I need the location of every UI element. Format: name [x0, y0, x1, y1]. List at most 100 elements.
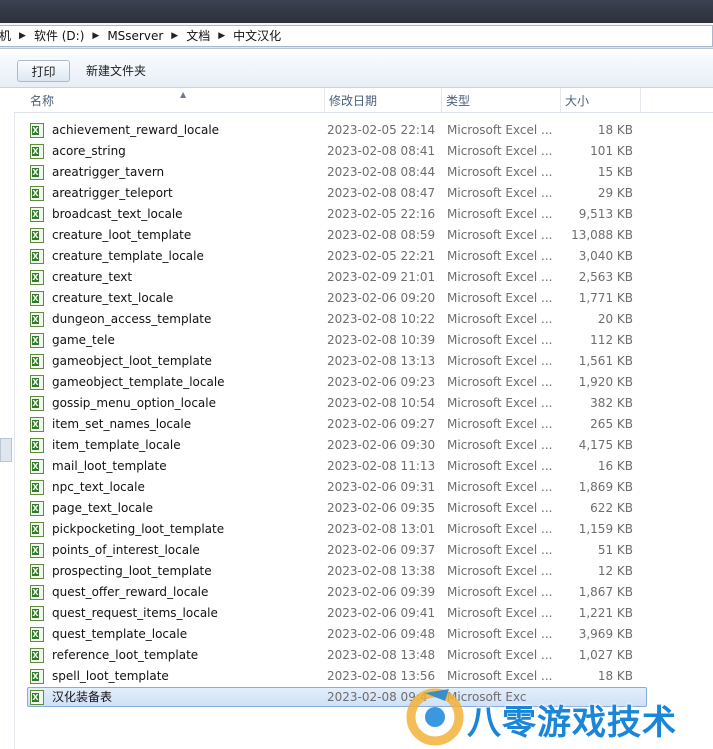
file-size: 1,221 KB	[578, 606, 633, 620]
excel-file-icon	[30, 459, 44, 474]
file-modified-date: 2023-02-05 22:16	[327, 207, 436, 221]
file-size: 1,867 KB	[578, 585, 633, 599]
file-name: creature_text_locale	[52, 291, 174, 305]
file-size: 16 KB	[597, 459, 633, 473]
file-row[interactable]: creature_text_locale 2023-02-06 09:20 Micr…	[14, 288, 713, 309]
file-row[interactable]: dungeon_access_template 2023-02-08 10:22 M…	[14, 309, 713, 330]
file-row[interactable]: mail_loot_template 2023-02-08 11:13 Micros…	[14, 456, 713, 477]
file-size: 1,771 KB	[578, 291, 633, 305]
watermark: 八零游戏技术	[405, 683, 713, 749]
chevron-right-icon[interactable]: ▶	[213, 31, 230, 41]
file-type: Microsoft Excel ...	[447, 438, 553, 452]
chevron-right-icon[interactable]: ▶	[87, 31, 104, 41]
file-size: 1,561 KB	[578, 354, 633, 368]
file-size: 1,869 KB	[578, 480, 633, 494]
column-header-row: 名称 ▲ 修改日期 类型 大小	[14, 88, 713, 113]
column-header-date[interactable]: 修改日期	[325, 88, 442, 112]
file-name: 汉化装备表	[52, 690, 113, 704]
file-row[interactable]: gossip_menu_option_locale 2023-02-08 10:5…	[14, 393, 713, 414]
file-type: Microsoft Excel ...	[447, 186, 553, 200]
file-row[interactable]: pickpocketing_loot_template 2023-02-08 13…	[14, 519, 713, 540]
column-header-name[interactable]: 名称 ▲	[26, 88, 325, 112]
file-row[interactable]: creature_text 2023-02-09 21:01 Microsoft E…	[14, 267, 713, 288]
file-row[interactable]: game_tele 2023-02-08 10:39 Microsoft Excel…	[14, 330, 713, 351]
file-type: Microsoft Excel ...	[447, 501, 553, 515]
file-name: creature_template_locale	[52, 249, 204, 263]
file-row[interactable]: prospecting_loot_template 2023-02-08 13:3…	[14, 561, 713, 582]
file-name: gameobject_loot_template	[52, 354, 212, 368]
file-row[interactable]: points_of_interest_locale 2023-02-06 09:3…	[14, 540, 713, 561]
file-row[interactable]: areatrigger_teleport 2023-02-08 08:47 Micr…	[14, 183, 713, 204]
breadcrumb-computer[interactable]: 机	[0, 27, 14, 44]
excel-file-icon	[30, 123, 44, 138]
file-row[interactable]: creature_template_locale 2023-02-05 22:21…	[14, 246, 713, 267]
file-row[interactable]: quest_request_items_locale 2023-02-06 09:…	[14, 603, 713, 624]
file-name: reference_loot_template	[52, 648, 199, 662]
excel-file-icon	[30, 522, 44, 537]
file-row[interactable]: gameobject_loot_template 2023-02-08 13:13…	[14, 351, 713, 372]
excel-file-icon	[30, 354, 44, 369]
file-row[interactable]: gameobject_template_locale 2023-02-06 09:…	[14, 372, 713, 393]
chevron-right-icon[interactable]: ▶	[166, 31, 183, 41]
excel-file-icon	[30, 144, 44, 159]
file-size: 382 KB	[590, 396, 633, 410]
file-name: dungeon_access_template	[52, 312, 212, 326]
file-size: 29 KB	[597, 186, 633, 200]
breadcrumb[interactable]: 机 ▶ 软件 (D:) ▶ MSserver ▶ 文档 ▶ 中文汉化	[0, 24, 713, 47]
file-type: Microsoft Excel ...	[447, 585, 553, 599]
file-row[interactable]: page_text_locale 2023-02-06 09:35 Microsof…	[14, 498, 713, 519]
file-row[interactable]: achievement_reward_locale 2023-02-05 22:1…	[14, 120, 713, 141]
file-type: Microsoft Excel ...	[447, 144, 553, 158]
file-size: 101 KB	[590, 144, 633, 158]
column-header-type[interactable]: 类型	[442, 88, 561, 112]
file-type: Microsoft Excel ...	[447, 270, 553, 284]
file-list: achievement_reward_locale 2023-02-05 22:1…	[14, 120, 713, 708]
breadcrumb-documents[interactable]: 文档	[183, 27, 213, 44]
breadcrumb-drive[interactable]: 软件 (D:)	[31, 27, 87, 44]
file-row[interactable]: creature_loot_template 2023-02-08 08:59 Mi…	[14, 225, 713, 246]
file-modified-date: 2023-02-08 13:48	[327, 648, 436, 662]
file-name: areatrigger_tavern	[52, 165, 165, 179]
file-row[interactable]: quest_offer_reward_locale 2023-02-06 09:3…	[14, 582, 713, 603]
file-name: quest_offer_reward_locale	[52, 585, 209, 599]
file-size: 2,563 KB	[578, 270, 633, 284]
excel-file-icon	[30, 585, 44, 600]
file-row[interactable]: item_template_locale 2023-02-06 09:30 Micr…	[14, 435, 713, 456]
file-modified-date: 2023-02-06 09:31	[327, 480, 436, 494]
file-modified-date: 2023-02-05 22:14	[327, 123, 436, 137]
watermark-text: 八零游戏技术	[467, 703, 677, 743]
file-name: acore_string	[52, 144, 126, 158]
new-folder-button[interactable]: 新建文件夹	[76, 60, 156, 82]
excel-file-icon	[30, 270, 44, 285]
file-size: 9,513 KB	[578, 207, 633, 221]
file-row[interactable]: npc_text_locale 2023-02-06 09:31 Microsoft…	[14, 477, 713, 498]
file-row[interactable]: broadcast_text_locale 2023-02-05 22:16 Mic…	[14, 204, 713, 225]
file-name: broadcast_text_locale	[52, 207, 183, 221]
print-button[interactable]: 打印	[17, 60, 70, 82]
file-name: quest_request_items_locale	[52, 606, 218, 620]
file-size: 51 KB	[597, 543, 633, 557]
file-name: quest_template_locale	[52, 627, 188, 641]
column-header-size[interactable]: 大小	[561, 88, 641, 112]
file-row[interactable]: reference_loot_template 2023-02-08 13:48 M…	[14, 645, 713, 666]
excel-file-icon	[30, 606, 44, 621]
file-row[interactable]: item_set_names_locale 2023-02-06 09:27 Mic…	[14, 414, 713, 435]
breadcrumb-msserver[interactable]: MSserver	[104, 29, 166, 43]
file-size: 1,159 KB	[578, 522, 633, 536]
file-row[interactable]: quest_template_locale 2023-02-06 09:48 Mic…	[14, 624, 713, 645]
file-size: 3,969 KB	[578, 627, 633, 641]
excel-file-icon	[30, 186, 44, 201]
file-name: page_text_locale	[52, 501, 153, 515]
file-row[interactable]: acore_string 2023-02-08 08:41 Microsoft Ex…	[14, 141, 713, 162]
chevron-right-icon[interactable]: ▶	[14, 31, 31, 41]
file-modified-date: 2023-02-06 09:35	[327, 501, 436, 515]
navigation-pane-scroll-handle[interactable]	[0, 438, 12, 462]
file-type: Microsoft Excel ...	[447, 627, 553, 641]
file-row[interactable]: areatrigger_tavern 2023-02-08 08:44 Micros…	[14, 162, 713, 183]
file-type: Microsoft Excel ...	[447, 417, 553, 431]
breadcrumb-chinese-localization[interactable]: 中文汉化	[230, 27, 284, 44]
address-bar[interactable]: 机 ▶ 软件 (D:) ▶ MSserver ▶ 文档 ▶ 中文汉化	[0, 23, 713, 49]
file-type: Microsoft Excel ...	[447, 312, 553, 326]
navigation-pane[interactable]	[0, 88, 15, 749]
file-name: mail_loot_template	[52, 459, 167, 473]
